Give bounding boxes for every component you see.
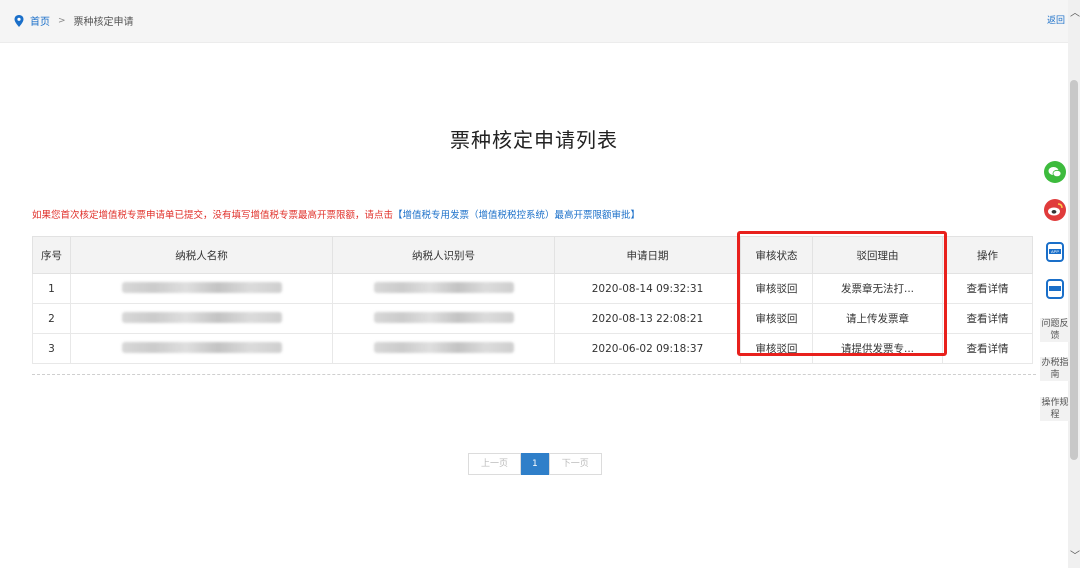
- apply-date: 2020-08-14 09:32:31: [554, 273, 741, 304]
- header-no: 序号: [32, 236, 71, 274]
- taxpayer-id-redacted: [332, 303, 555, 334]
- apply-date: 2020-08-13 22:08:21: [554, 303, 741, 334]
- header-taxpayer-name: 纳税人名称: [70, 236, 333, 274]
- review-status: 审核驳回: [740, 303, 813, 334]
- tax-guide-button[interactable]: 办税指南: [1040, 357, 1070, 381]
- taxpayer-id-redacted: [332, 333, 555, 364]
- application-table: 序号 纳税人名称 纳税人识别号 申请日期 审核状态 驳回理由 操作 1 2020…: [32, 236, 1033, 364]
- pagination: 上一页 1 下一页: [468, 453, 602, 475]
- breadcrumb-separator: >: [58, 15, 66, 26]
- review-status: 审核驳回: [740, 333, 813, 364]
- header-action: 操作: [942, 236, 1033, 274]
- view-detail-link[interactable]: 查看详情: [942, 333, 1033, 364]
- divider: [32, 374, 1036, 375]
- scrollbar-thumb[interactable]: [1070, 80, 1078, 460]
- table-row: 1 2020-08-14 09:32:31 审核驳回 发票章无法打... 查看详…: [32, 273, 1033, 304]
- header-review-status: 审核状态: [740, 236, 813, 274]
- weibo-icon[interactable]: [1044, 199, 1066, 221]
- location-pin-icon: [14, 14, 24, 27]
- view-detail-link[interactable]: 查看详情: [942, 273, 1033, 304]
- next-page-button[interactable]: 下一页: [548, 453, 602, 475]
- scroll-up-icon[interactable]: ︿: [1070, 4, 1080, 19]
- scroll-down-icon[interactable]: ﹀: [1070, 547, 1080, 562]
- operation-rules-button[interactable]: 操作规程: [1040, 397, 1070, 421]
- row-no: 3: [32, 333, 71, 364]
- header-apply-date: 申请日期: [554, 236, 741, 274]
- reject-reason: 请提供发票专...: [812, 333, 943, 364]
- prev-page-button[interactable]: 上一页: [468, 453, 522, 475]
- notice-text: 如果您首次核定增值税专票申请单已提交，没有填写增值税专票最高开票限额，请点击【增…: [32, 207, 640, 221]
- taxpayer-id-redacted: [332, 273, 555, 304]
- breadcrumb-current: 票种核定申请: [73, 17, 134, 28]
- table-header-row: 序号 纳税人名称 纳税人识别号 申请日期 审核状态 驳回理由 操作: [32, 236, 1033, 274]
- review-status: 审核驳回: [740, 273, 813, 304]
- header-taxpayer-id: 纳税人识别号: [332, 236, 555, 274]
- app-download-icon[interactable]: [1044, 278, 1066, 300]
- top-bar: 首页 > 票种核定申请 返回: [0, 0, 1068, 43]
- page-title: 票种核定申请列表: [450, 128, 618, 152]
- taxpayer-name-redacted: [70, 303, 333, 334]
- limit-approval-link[interactable]: 【增值税专用发票（增值税税控系统）最高开票限额审批】: [393, 210, 640, 221]
- taxpayer-name-redacted: [70, 333, 333, 364]
- table-row: 3 2020-06-02 09:18:37 审核驳回 请提供发票专... 查看详…: [32, 333, 1033, 364]
- breadcrumb-home[interactable]: 首页: [30, 13, 50, 28]
- view-detail-link[interactable]: 查看详情: [942, 303, 1033, 334]
- vertical-scrollbar[interactable]: ︿ ﹀: [1068, 0, 1080, 568]
- row-no: 1: [32, 273, 71, 304]
- table-row: 2 2020-08-13 22:08:21 审核驳回 请上传发票章 查看详情: [32, 303, 1033, 334]
- taxpayer-name-redacted: [70, 273, 333, 304]
- breadcrumb: 首页 > 票种核定申请: [14, 13, 134, 28]
- svg-text:APP: APP: [1051, 249, 1059, 254]
- feedback-button[interactable]: 问题反馈: [1040, 318, 1070, 342]
- page-1-button[interactable]: 1: [521, 453, 549, 475]
- row-no: 2: [32, 303, 71, 334]
- notice-message: 如果您首次核定增值税专票申请单已提交，没有填写增值税专票最高开票限额，请点击: [32, 210, 394, 221]
- back-link[interactable]: 返回: [1047, 13, 1065, 26]
- apply-date: 2020-06-02 09:18:37: [554, 333, 741, 364]
- header-reject-reason: 驳回理由: [812, 236, 943, 274]
- wechat-icon[interactable]: [1044, 161, 1066, 183]
- reject-reason: 请上传发票章: [812, 303, 943, 334]
- app-download-icon[interactable]: APP: [1044, 241, 1066, 263]
- reject-reason: 发票章无法打...: [812, 273, 943, 304]
